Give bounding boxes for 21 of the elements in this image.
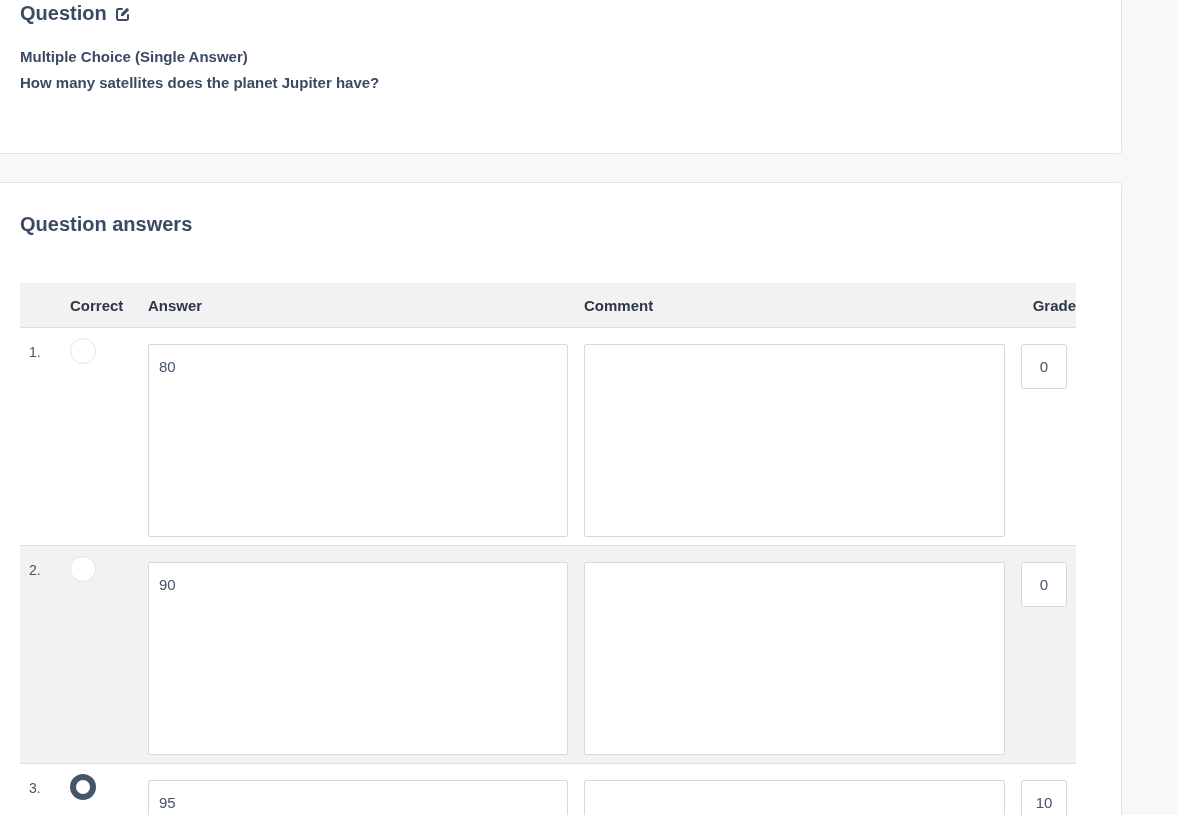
row-number: 1. xyxy=(28,343,42,360)
answer-field[interactable]: 90 xyxy=(148,562,568,755)
question-title: Question xyxy=(20,1,107,25)
row-number: 2. xyxy=(28,561,42,578)
column-header: Correct xyxy=(70,296,125,314)
row-number: 3. xyxy=(28,779,42,796)
edit-icon[interactable] xyxy=(114,6,131,22)
answers-title: Question answers xyxy=(20,213,193,236)
answer-field[interactable]: 80 xyxy=(148,344,568,537)
grade-field[interactable]: 0 xyxy=(1021,562,1067,607)
question-type: Multiple Choice (Single Answer) xyxy=(20,48,249,65)
column-header: Comment xyxy=(584,296,655,314)
question-text: How many satellites does the planet Jupiter have? xyxy=(20,74,381,91)
correct-radio[interactable] xyxy=(70,774,96,800)
comment-field[interactable] xyxy=(584,344,1005,537)
column-header: Answer xyxy=(148,296,204,314)
column-header: Grade xyxy=(1031,296,1076,314)
grade-field[interactable]: 10 xyxy=(1021,780,1067,815)
comment-field[interactable] xyxy=(584,562,1005,755)
answer-field[interactable]: 95 xyxy=(148,780,568,815)
grade-field[interactable]: 0 xyxy=(1021,344,1067,389)
